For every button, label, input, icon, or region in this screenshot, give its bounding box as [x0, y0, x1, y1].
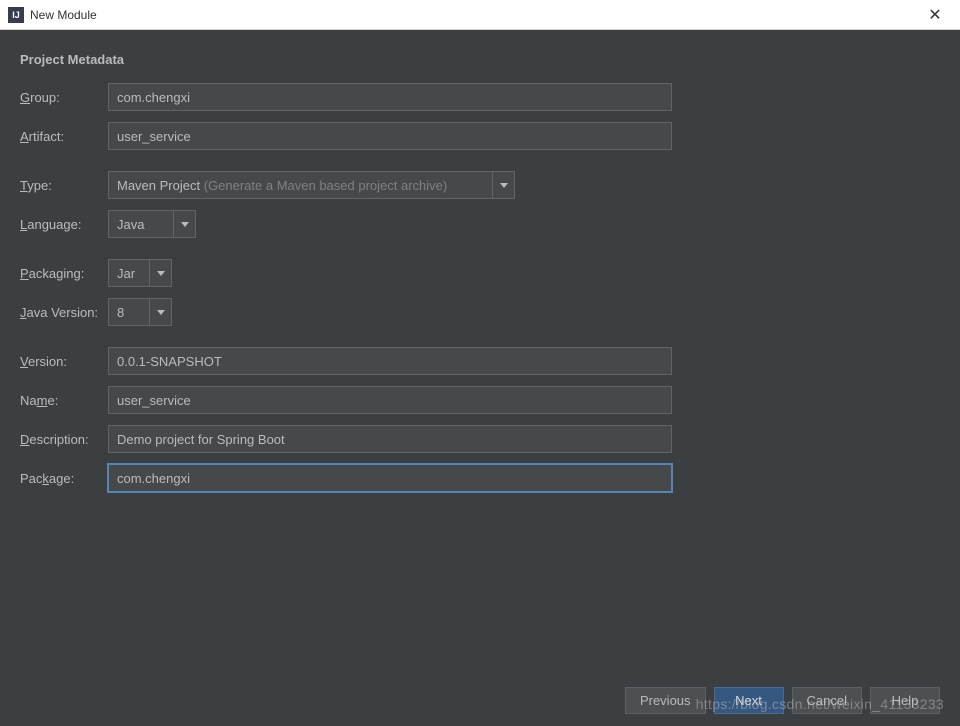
name-input[interactable]	[108, 386, 672, 414]
label-language: Language:	[20, 217, 108, 232]
group-input[interactable]	[108, 83, 672, 111]
chevron-down-icon	[173, 211, 195, 237]
row-language: Language: Java	[20, 210, 940, 238]
description-input[interactable]	[108, 425, 672, 453]
language-select-value: Java	[109, 217, 173, 232]
packaging-select[interactable]: Jar	[108, 259, 172, 287]
row-artifact: Artifact:	[20, 122, 940, 150]
label-packaging: Packaging:	[20, 266, 108, 281]
row-package: Package:	[20, 464, 940, 492]
row-description: Description:	[20, 425, 940, 453]
package-input[interactable]	[108, 464, 672, 492]
row-name: Name:	[20, 386, 940, 414]
row-type: Type: Maven Project (Generate a Maven ba…	[20, 171, 940, 199]
java-version-value: 8	[109, 305, 149, 320]
row-java-version: Java Version: 8	[20, 298, 940, 326]
row-packaging: Packaging: Jar	[20, 259, 940, 287]
content-panel: Project Metadata Group: Artifact: Type: …	[0, 30, 960, 726]
label-description: Description:	[20, 432, 108, 447]
next-button[interactable]: Next	[714, 687, 784, 714]
previous-button[interactable]: Previous	[625, 687, 706, 714]
language-select[interactable]: Java	[108, 210, 196, 238]
chevron-down-icon	[492, 172, 514, 198]
label-artifact: Artifact:	[20, 129, 108, 144]
type-hint-text: (Generate a Maven based project archive)	[200, 178, 447, 193]
cancel-button[interactable]: Cancel	[792, 687, 862, 714]
label-package: Package:	[20, 471, 108, 486]
app-icon-label: IJ	[12, 10, 20, 20]
java-version-select[interactable]: 8	[108, 298, 172, 326]
label-group: Group:	[20, 90, 108, 105]
row-group: Group:	[20, 83, 940, 111]
chevron-down-icon	[149, 260, 171, 286]
titlebar: IJ New Module ✕	[0, 0, 960, 30]
label-type: Type:	[20, 178, 108, 193]
label-version: Version:	[20, 354, 108, 369]
button-bar: Previous Next Cancel Help	[625, 687, 940, 714]
artifact-input[interactable]	[108, 122, 672, 150]
type-select[interactable]: Maven Project (Generate a Maven based pr…	[108, 171, 515, 199]
chevron-down-icon	[149, 299, 171, 325]
row-version: Version:	[20, 347, 940, 375]
type-main-text: Maven Project	[117, 178, 200, 193]
packaging-select-value: Jar	[109, 266, 149, 281]
window-title: New Module	[30, 8, 97, 22]
version-input[interactable]	[108, 347, 672, 375]
help-button[interactable]: Help	[870, 687, 940, 714]
label-java-version: Java Version:	[20, 305, 108, 320]
close-icon[interactable]: ✕	[920, 5, 950, 25]
label-name: Name:	[20, 393, 108, 408]
type-select-value: Maven Project (Generate a Maven based pr…	[109, 178, 492, 193]
app-icon: IJ	[8, 7, 24, 23]
section-title: Project Metadata	[20, 52, 940, 67]
